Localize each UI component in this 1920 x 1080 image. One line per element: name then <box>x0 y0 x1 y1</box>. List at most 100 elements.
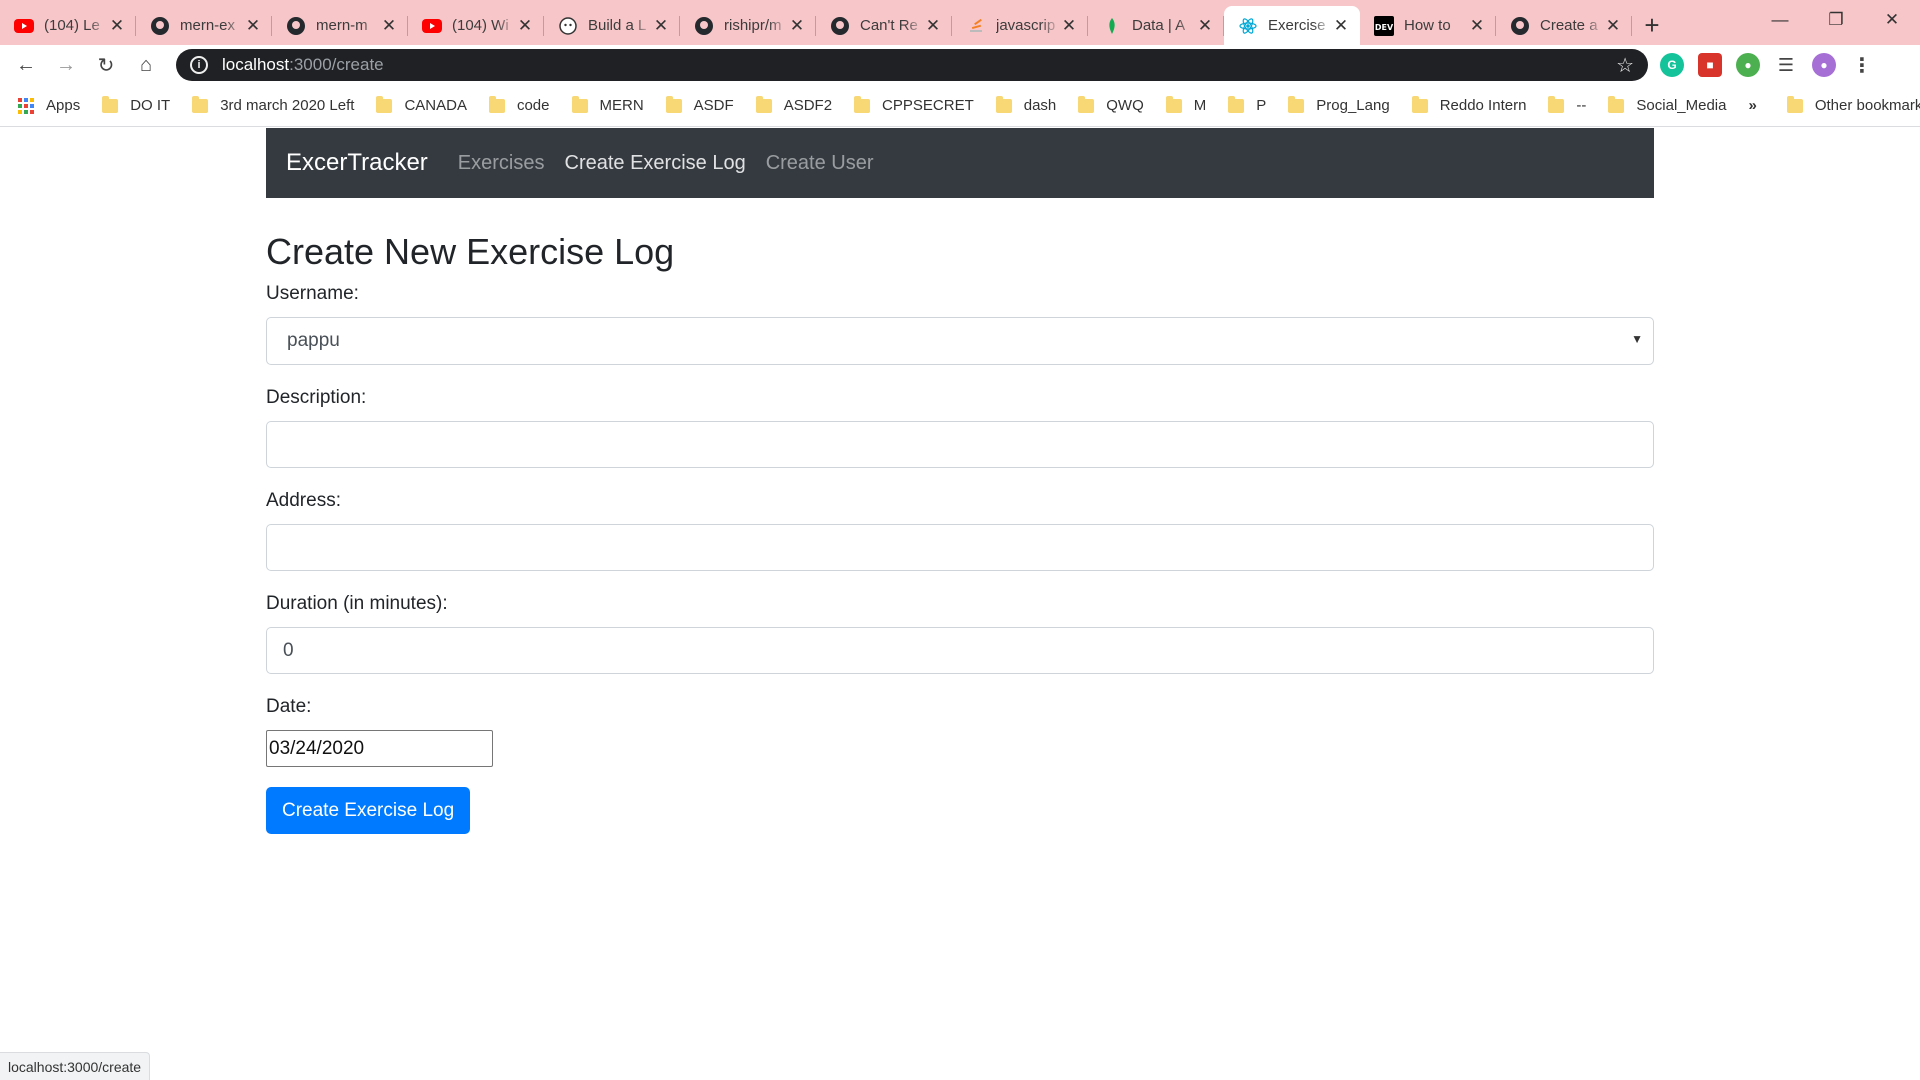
description-input[interactable] <box>266 421 1654 469</box>
bookmark-folder[interactable]: CANADA <box>376 95 467 114</box>
menu-kebab-icon[interactable]: ⋮ <box>1850 53 1874 77</box>
address-input[interactable] <box>266 524 1654 572</box>
app-container: ExcerTracker Exercises Create Exercise L… <box>266 128 1654 835</box>
tab-close-icon[interactable]: ✕ <box>1332 16 1350 36</box>
apps-icon <box>18 97 34 114</box>
bookmark-label: M <box>1193 97 1207 114</box>
tab-title: Exercise <box>1268 17 1326 34</box>
browser-tab[interactable]: mern-ex ✕ <box>136 6 272 45</box>
bookmark-folder[interactable]: CPPSECRET <box>854 95 974 114</box>
bookmark-folder[interactable]: dash <box>995 95 1057 114</box>
tab-close-icon[interactable]: ✕ <box>652 16 670 36</box>
extension-icons: G ■ ● ☰ ● ⋮ <box>1660 53 1874 77</box>
tab-close-icon[interactable]: ✕ <box>108 16 126 36</box>
nav-link-create-user[interactable]: Create User <box>766 152 874 175</box>
navbar-brand[interactable]: ExcerTracker <box>286 149 428 177</box>
bookmark-folder[interactable]: DO IT <box>102 95 171 114</box>
other-bookmarks[interactable]: Other bookmarks <box>1786 95 1920 114</box>
folder-icon <box>376 95 393 113</box>
close-window-icon[interactable]: ✕ <box>1864 0 1920 40</box>
tab-close-icon[interactable]: ✕ <box>788 16 806 36</box>
bookmarks-overflow-button[interactable]: » <box>1748 97 1756 114</box>
restore-icon[interactable]: ❐ <box>1808 0 1864 40</box>
duration-input[interactable]: 0 <box>266 627 1654 675</box>
browser-tab[interactable]: (104) Le ✕ <box>0 6 136 45</box>
tab-close-icon[interactable]: ✕ <box>244 16 262 36</box>
bookmark-folder[interactable]: 3rd march 2020 Left <box>192 95 354 114</box>
browser-tab[interactable]: DEV How to ✕ <box>1360 6 1496 45</box>
reload-icon[interactable]: ↻ <box>86 45 126 85</box>
bookmark-star-icon[interactable]: ☆ <box>1616 53 1634 78</box>
folder-icon <box>854 95 871 113</box>
description-group: Description: <box>266 387 1654 469</box>
folder-icon <box>665 95 682 113</box>
react-icon <box>1238 16 1258 36</box>
extension-red-icon[interactable]: ■ <box>1698 53 1722 77</box>
bookmark-label: dash <box>1023 97 1057 114</box>
bookmark-label: CPPSECRET <box>882 97 974 114</box>
bookmark-folder[interactable]: -- <box>1548 95 1586 114</box>
bookmark-label: QWQ <box>1106 97 1144 114</box>
grammarly-icon[interactable]: G <box>1660 53 1684 77</box>
username-select[interactable]: pappu ▼ <box>266 317 1654 366</box>
bookmark-folder[interactable]: code <box>488 95 550 114</box>
home-icon[interactable]: ⌂ <box>126 45 166 85</box>
tab-close-icon[interactable]: ✕ <box>1604 16 1622 36</box>
tab-close-icon[interactable]: ✕ <box>1468 16 1486 36</box>
minimize-icon[interactable]: — <box>1752 0 1808 40</box>
bookmark-folder[interactable]: MERN <box>571 95 644 114</box>
extension-green-icon[interactable]: ● <box>1736 53 1760 77</box>
bookmark-label: CANADA <box>404 97 467 114</box>
browser-tab[interactable]: mern-m ✕ <box>272 6 408 45</box>
app-navbar: ExcerTracker Exercises Create Exercise L… <box>266 128 1654 198</box>
browser-tab[interactable]: Create a ✕ <box>1496 6 1632 45</box>
browser-tab[interactable]: (104) Wi ✕ <box>408 6 544 45</box>
stackoverflow-icon <box>966 16 986 36</box>
bookmark-label: Social_Media <box>1636 97 1727 114</box>
bookmark-folder[interactable]: QWQ <box>1078 95 1144 114</box>
bookmark-apps[interactable]: Apps <box>18 97 80 114</box>
url-path: :3000/create <box>289 55 384 74</box>
browser-tab[interactable]: Exercise ✕ <box>1224 6 1360 45</box>
tab-title: (104) Le <box>44 17 100 34</box>
page-title: Create New Exercise Log <box>266 231 675 272</box>
tab-close-icon[interactable]: ✕ <box>516 16 534 36</box>
bookmark-folder[interactable]: ASDF2 <box>755 95 832 114</box>
tab-close-icon[interactable]: ✕ <box>1196 16 1214 36</box>
nav-link-create-exercise-log[interactable]: Create Exercise Log <box>565 152 746 175</box>
username-value: pappu <box>287 330 340 352</box>
tab-title: javascrip <box>996 17 1056 34</box>
tab-title: Create a <box>1540 17 1598 34</box>
tab-close-icon[interactable]: ✕ <box>924 16 942 36</box>
github-icon <box>286 16 306 36</box>
browser-tab[interactable]: javascrip ✕ <box>952 6 1088 45</box>
bookmark-folder[interactable]: M <box>1165 95 1207 114</box>
back-icon[interactable]: ← <box>6 45 46 85</box>
tab-close-icon[interactable]: ✕ <box>380 16 398 36</box>
folder-icon <box>995 95 1012 113</box>
forward-icon[interactable]: → <box>46 45 86 85</box>
media-control-icon[interactable]: ☰ <box>1774 53 1798 77</box>
site-info-icon[interactable]: i <box>190 56 208 74</box>
page-content: ExcerTracker Exercises Create Exercise L… <box>0 128 1920 1080</box>
bookmark-folder[interactable]: Prog_Lang <box>1288 95 1390 114</box>
bookmark-folder[interactable]: Social_Media <box>1608 95 1727 114</box>
profile-avatar[interactable]: ● <box>1812 53 1836 77</box>
browser-tab[interactable]: Can't Re ✕ <box>816 6 952 45</box>
date-picker-input[interactable]: 03/24/2020 <box>266 730 493 768</box>
bookmark-folder[interactable]: Reddo Intern <box>1411 95 1527 114</box>
nav-link-exercises[interactable]: Exercises <box>458 152 545 175</box>
address-bar[interactable]: i localhost:3000/create ☆ <box>176 49 1648 81</box>
bookmark-label: DO IT <box>130 97 171 114</box>
bookmark-folder[interactable]: P <box>1228 95 1266 114</box>
bookmark-apps-label: Apps <box>46 97 81 114</box>
bookmark-folder[interactable]: ASDF <box>665 95 734 114</box>
folder-icon <box>1165 95 1182 113</box>
new-tab-button[interactable]: + <box>1632 6 1672 45</box>
create-exercise-log-button[interactable]: Create Exercise Log <box>266 787 471 835</box>
browser-tab[interactable]: Build a L ✕ <box>544 6 680 45</box>
tab-close-icon[interactable]: ✕ <box>1060 16 1078 36</box>
browser-tab[interactable]: Data | A ✕ <box>1088 6 1224 45</box>
browser-tab[interactable]: rishipr/m ✕ <box>680 6 816 45</box>
bookmark-label: Reddo Intern <box>1439 97 1527 114</box>
